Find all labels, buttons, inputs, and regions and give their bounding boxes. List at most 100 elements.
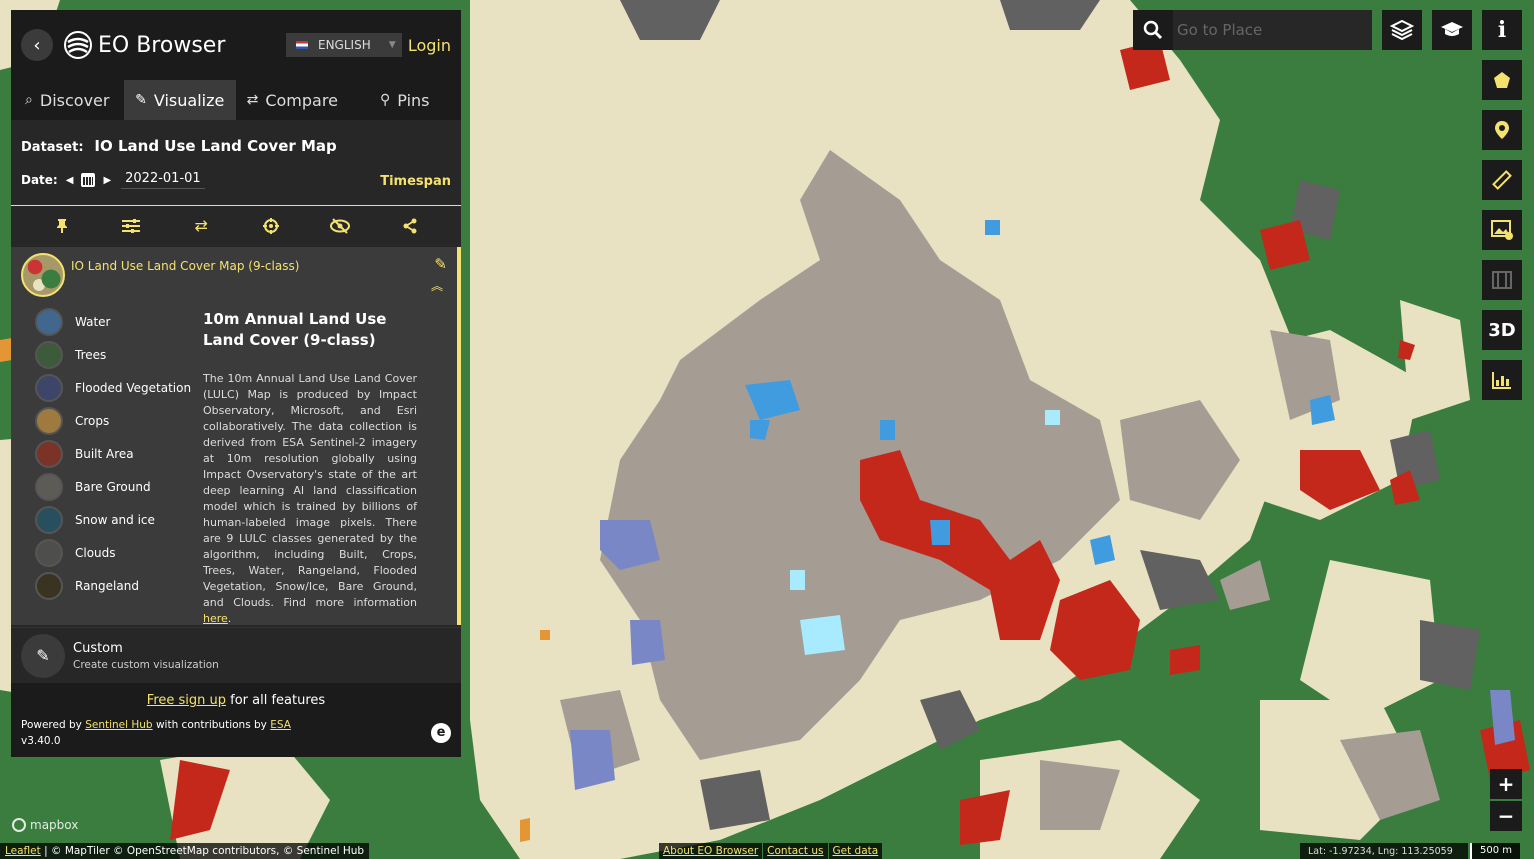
chevron-up-icon[interactable]: ︽ (431, 277, 443, 294)
zoom-in-button[interactable]: + (1490, 769, 1522, 799)
esa-link[interactable]: ESA (270, 719, 291, 731)
map-tools: 3D (1482, 60, 1522, 410)
pin-icon[interactable] (50, 214, 74, 238)
education-button[interactable] (1432, 10, 1472, 50)
layer-toolbar: ⇄ (11, 205, 461, 245)
tab-label: Discover (39, 90, 110, 110)
legend-label: Water (75, 314, 111, 329)
description-text: The 10m Annual Land Use Land Cover (LULC… (203, 371, 417, 627)
legend-item: Snow and ice (35, 503, 191, 536)
esa-logo-icon: e (431, 723, 451, 743)
get-data-link[interactable]: Get data (828, 843, 883, 859)
legend-label: Built Area (75, 446, 134, 461)
sliders-icon[interactable] (119, 214, 143, 238)
tab-label: Visualize (153, 90, 225, 110)
location-tool[interactable] (1482, 110, 1522, 150)
map-attribution: Leaflet | © MapTiler © OpenStreetMap con… (0, 843, 370, 859)
zoom-control: + − (1490, 769, 1522, 833)
attribution-text: | © MapTiler © OpenStreetMap contributor… (40, 845, 365, 857)
brush-icon: ✎ (21, 633, 65, 678)
layers-button[interactable] (1382, 10, 1422, 50)
legend-label: Crops (75, 413, 110, 428)
compare-icon: ⇄ (246, 92, 259, 108)
image-download-icon (1491, 220, 1513, 240)
language-label: ENGLISH (318, 38, 371, 52)
mapbox-logo[interactable]: mapbox (12, 818, 78, 832)
date-input[interactable]: 2022-01-01 (121, 171, 205, 189)
chart-icon (1492, 372, 1511, 389)
tab-visualize[interactable]: ✎ Visualize (123, 80, 236, 120)
bottom-links: About EO Browser Contact us Get data (659, 843, 883, 859)
info-button[interactable]: i (1482, 10, 1522, 50)
3d-tool[interactable]: 3D (1482, 310, 1522, 350)
legend-label: Flooded Vegetation (75, 380, 192, 395)
panel-header: ‹ EO Browser ENGLISH ▼ Login (11, 10, 461, 80)
chevron-left-icon: ‹ (33, 34, 41, 56)
image-download-tool[interactable] (1482, 210, 1522, 250)
contact-link[interactable]: Contact us (763, 843, 828, 859)
main-tabs: ⌕ Discover ✎ Visualize ⇄ Compare ⚲ Pins (11, 80, 461, 120)
layer-title: IO Land Use Land Cover Map (9-class) (71, 259, 300, 273)
timelapse-tool[interactable] (1482, 260, 1522, 300)
selected-layer-card[interactable]: IO Land Use Land Cover Map (9-class) ✎ ︽… (11, 247, 461, 625)
graduation-cap-icon (1441, 22, 1463, 36)
legend-label: Trees (75, 347, 107, 362)
about-link[interactable]: About EO Browser (659, 843, 763, 859)
legend-swatch-built (35, 439, 63, 468)
search-input[interactable] (1173, 10, 1372, 50)
next-date-icon[interactable]: ▶ (103, 175, 111, 186)
tab-label: Compare (265, 90, 338, 110)
statistics-tool[interactable] (1482, 360, 1522, 400)
collapse-panel-button[interactable]: ‹ (21, 29, 53, 61)
legend-swatch-crops (35, 406, 63, 435)
timespan-toggle[interactable]: Timespan (380, 174, 451, 189)
search-bar (1133, 10, 1372, 50)
share-icon[interactable] (398, 214, 422, 238)
legend-label: Clouds (75, 545, 116, 560)
language-select[interactable]: ENGLISH ▼ (286, 33, 402, 57)
login-link[interactable]: Login (408, 36, 451, 55)
dataset-name: IO Land Use Land Cover Map (94, 137, 337, 155)
crosshair-icon[interactable] (259, 214, 283, 238)
legend-swatch-flooded (35, 373, 63, 402)
logo: EO Browser (63, 30, 225, 60)
legend-swatch-bare (35, 472, 63, 501)
custom-visualization-row[interactable]: ✎ Custom Create custom visualization (11, 627, 461, 683)
legend-swatch-water (35, 307, 63, 336)
eo-browser-logo-icon (64, 31, 92, 59)
polygon-tool[interactable] (1482, 60, 1522, 100)
prev-date-icon[interactable]: ◀ (66, 175, 74, 186)
calendar-icon[interactable] (81, 173, 96, 187)
compare-icon[interactable]: ⇄ (189, 214, 213, 238)
tab-discover[interactable]: ⌕ Discover (11, 80, 124, 120)
eye-slash-icon[interactable] (328, 214, 352, 238)
sentinel-hub-link[interactable]: Sentinel Hub (85, 719, 152, 731)
more-info-link[interactable]: here (203, 612, 228, 625)
tab-compare[interactable]: ⇄ Compare (236, 80, 349, 120)
search-icon[interactable] (1133, 10, 1173, 50)
signup-link[interactable]: Free sign up (147, 693, 226, 708)
side-panel: ‹ EO Browser ENGLISH ▼ Login ⌕ Discover ✎… (11, 10, 461, 757)
layer-description: 10m Annual Land Use Land Cover (9-class)… (203, 309, 417, 627)
edit-icon[interactable]: ✎ (434, 255, 447, 273)
tab-pins[interactable]: ⚲ Pins (349, 80, 462, 120)
legend-swatch-rangeland (35, 571, 63, 600)
zoom-out-button[interactable]: − (1490, 801, 1522, 831)
measure-tool[interactable] (1482, 160, 1522, 200)
dataset-row: Dataset: IO Land Use Land Cover Map (11, 120, 461, 165)
flag-icon (296, 41, 308, 49)
tab-label: Pins (397, 90, 430, 110)
scale-bar: 500 m (1470, 843, 1520, 859)
version: v3.40.0 (21, 735, 61, 747)
description-title: 10m Annual Land Use Land Cover (9-class) (203, 310, 387, 349)
leaflet-link[interactable]: Leaflet (5, 845, 41, 857)
layers-icon (1390, 19, 1414, 41)
signup-text: for all features (226, 693, 326, 708)
legend-label: Bare Ground (75, 479, 151, 494)
panel-footer: Free sign up for all features Powered by… (11, 683, 461, 757)
custom-name: Custom (73, 640, 123, 656)
layer-thumbnail (21, 253, 65, 297)
legend-label: Snow and ice (75, 512, 155, 527)
polygon-icon (1494, 72, 1510, 88)
app-title: EO Browser (98, 32, 226, 58)
